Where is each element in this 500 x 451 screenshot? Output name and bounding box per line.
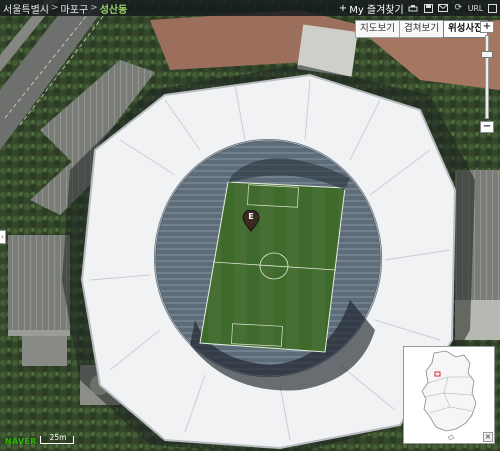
top-bar: 서울특별시 > 마포구 > 성산동 + My 즐겨찾기 ⟳ URL	[0, 0, 500, 16]
tab-map-view[interactable]: 지도보기	[355, 20, 400, 38]
breadcrumb-district[interactable]: 마포구	[61, 1, 89, 16]
tab-overlay-view[interactable]: 겹쳐보기	[398, 20, 444, 38]
minimap-close-button[interactable]: ×	[483, 432, 493, 442]
overview-minimap[interactable]: ×	[403, 346, 495, 444]
breadcrumb-city[interactable]: 서울특별시	[3, 1, 49, 16]
print-icon[interactable]	[408, 3, 419, 14]
breadcrumb-separator: >	[90, 3, 98, 13]
marker-label: E	[248, 212, 254, 221]
fullscreen-icon[interactable]	[487, 3, 498, 14]
mail-icon[interactable]	[438, 3, 449, 14]
favorites-label: My 즐겨찾기	[349, 4, 404, 16]
breadcrumb-neighborhood[interactable]: 성산동	[100, 1, 128, 16]
satellite-map[interactable]: 서울특별시 > 마포구 > 성산동 + My 즐겨찾기 ⟳ URL 지도보기 겹…	[0, 0, 500, 451]
naver-logo: NAVER	[5, 437, 37, 446]
zoom-control: + −	[480, 21, 494, 133]
zoom-slider-track[interactable]	[485, 35, 489, 119]
korea-outline-map	[421, 350, 477, 441]
refresh-icon[interactable]: ⟳	[453, 3, 464, 14]
favorites-button[interactable]: + My 즐겨찾기	[339, 1, 404, 16]
zoom-in-button[interactable]: +	[480, 21, 494, 33]
breadcrumb-separator: >	[51, 3, 59, 13]
plus-icon: +	[338, 2, 348, 14]
zoom-out-button[interactable]: −	[480, 121, 494, 133]
scale-bar: 25m	[40, 433, 74, 444]
scale-label: 25m	[49, 433, 67, 442]
side-panel-toggle[interactable]: ‹	[0, 230, 6, 244]
location-marker[interactable]: E	[242, 209, 260, 232]
view-mode-tabs: 지도보기 겹쳐보기 위성사진	[355, 20, 488, 38]
zoom-slider-handle[interactable]	[481, 51, 493, 58]
url-button[interactable]: URL	[468, 4, 483, 13]
save-icon[interactable]	[423, 3, 434, 14]
toolbar: + My 즐겨찾기 ⟳ URL	[339, 0, 498, 16]
